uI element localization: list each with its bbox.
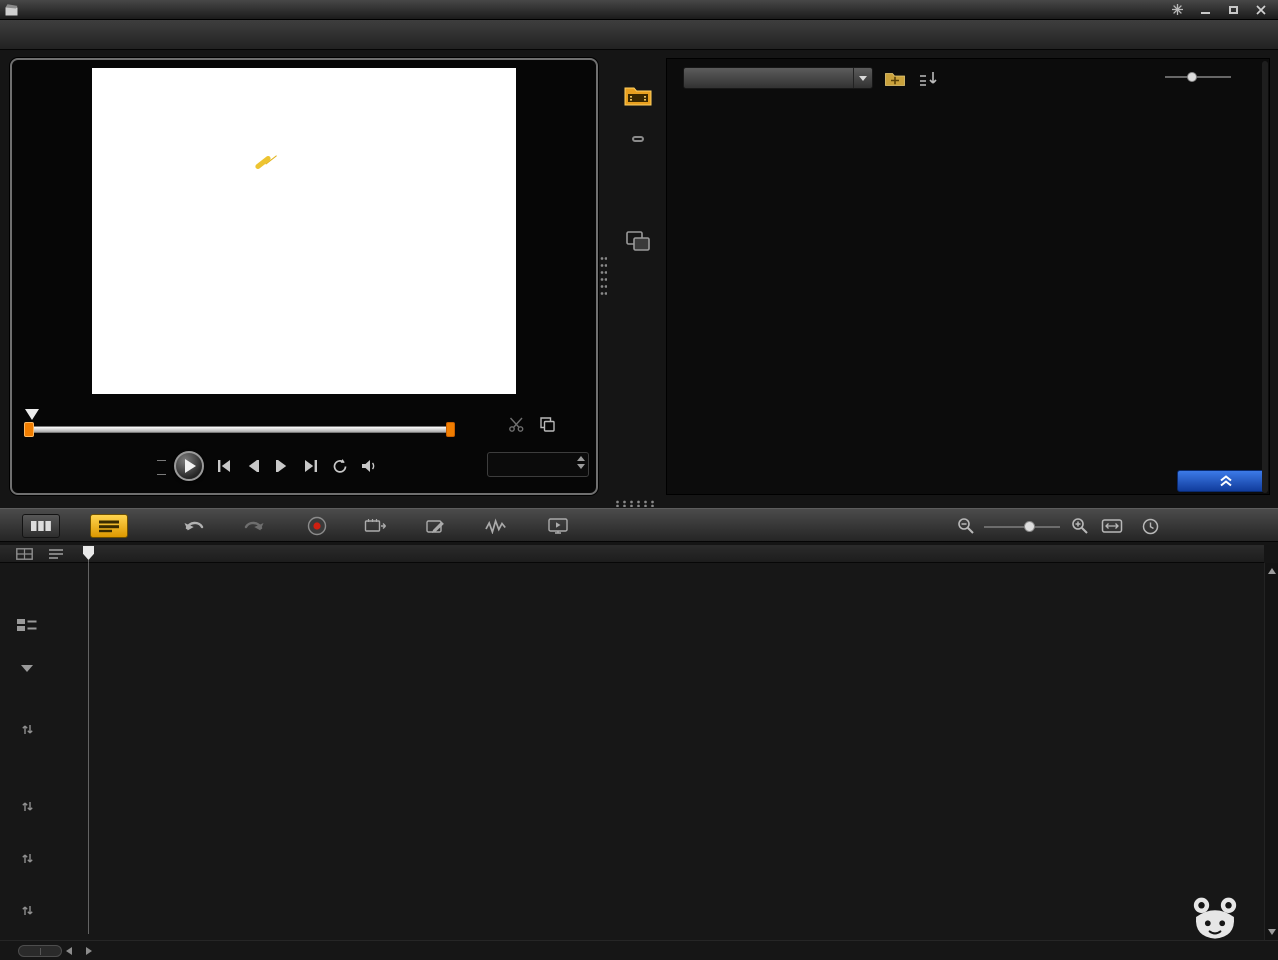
zoom-in-icon[interactable] [1066, 515, 1094, 537]
fit-timeline-icon[interactable] [1098, 515, 1126, 537]
timecode-spinner[interactable] [577, 456, 585, 469]
timeline-zoom-slider[interactable] [984, 521, 1060, 533]
project-duration-icon [1136, 515, 1164, 537]
sort-clips-button[interactable] [917, 68, 941, 88]
play-button[interactable] [174, 451, 204, 481]
divider [40, 948, 41, 955]
track-manager-icon[interactable] [16, 617, 38, 633]
next-frame-button[interactable] [272, 456, 292, 476]
corel-connect-icon[interactable] [1170, 3, 1184, 17]
overlay-track-swap-icon[interactable] [21, 723, 34, 736]
double-chevron-up-icon [1219, 475, 1233, 487]
panel-resize-handle-horizontal[interactable] [614, 500, 658, 507]
minimize-button[interactable] [1198, 3, 1212, 17]
import-media-button[interactable] [883, 68, 907, 88]
app-logo-icon [5, 3, 18, 16]
preview-canvas [92, 68, 516, 394]
batch-convert-button[interactable] [362, 515, 390, 537]
maximize-button[interactable] [1226, 3, 1240, 17]
collapse-tracks-icon[interactable] [21, 665, 33, 672]
voice-track-swap-icon[interactable] [21, 852, 34, 865]
panel-resize-handle-vertical[interactable] [600, 255, 607, 295]
transport-controls [214, 456, 379, 476]
seek-handle[interactable] [24, 422, 34, 437]
scroll-down-icon[interactable] [1268, 929, 1276, 935]
transitions-icon[interactable] [632, 136, 644, 142]
watermark [1188, 894, 1254, 944]
preview-panel [10, 58, 598, 495]
enlarge-preview-icon[interactable] [539, 416, 556, 437]
play-icon [185, 459, 196, 473]
sound-mixer-button[interactable] [482, 515, 510, 537]
timeline-bottom-bar [0, 940, 1278, 960]
seek-bar[interactable] [28, 426, 452, 433]
slider-track [984, 526, 1060, 528]
track-list-icon[interactable] [48, 548, 64, 560]
timeline-ruler[interactable] [0, 545, 1264, 563]
library-scrollbar[interactable] [1262, 61, 1268, 493]
seek-end-handle[interactable] [446, 422, 455, 437]
scroll-up-icon[interactable] [1268, 568, 1276, 574]
show-all-visible-tracks-icon[interactable] [16, 548, 33, 560]
timeline-vertical-scrollbar[interactable] [1264, 563, 1278, 940]
playhead-line [88, 560, 89, 934]
track-area [0, 563, 1278, 940]
pencil-stroke [254, 155, 271, 170]
gallery-dropdown[interactable] [683, 67, 873, 89]
videostudio-window [0, 0, 1278, 960]
redo-button[interactable] [240, 515, 268, 537]
wukong-logo-icon [1188, 894, 1242, 944]
media-library-icon[interactable] [623, 84, 653, 108]
volume-icon[interactable] [359, 456, 379, 476]
previous-frame-button[interactable] [243, 456, 263, 476]
trim-marker-icon[interactable] [25, 409, 39, 420]
title-bar [0, 0, 1278, 20]
repeat-button[interactable] [330, 456, 350, 476]
undo-button[interactable] [180, 515, 208, 537]
record-capture-button[interactable] [303, 515, 331, 537]
title-track-swap-icon[interactable] [21, 800, 34, 813]
go-to-end-button[interactable] [301, 456, 321, 476]
go-to-start-button[interactable] [214, 456, 234, 476]
menu-bar [0, 20, 1278, 50]
window-controls [1170, 3, 1268, 17]
chevron-down-icon [853, 68, 872, 88]
slider-knob[interactable] [1024, 521, 1035, 532]
options-button[interactable] [1177, 470, 1265, 492]
timeline-toolbar [0, 508, 1278, 542]
instant-project-button[interactable] [544, 515, 572, 537]
thumbnail-size-slider[interactable] [1165, 71, 1231, 83]
split-clip-icon[interactable] [508, 416, 525, 437]
trim-controls [480, 416, 556, 436]
timeline-view-button[interactable] [90, 514, 128, 538]
scroll-left-icon[interactable] [66, 947, 72, 955]
zoom-out-icon[interactable] [952, 515, 980, 537]
library-panel [666, 58, 1270, 495]
scroll-right-icon[interactable] [86, 947, 92, 955]
playback-mode-toggle [108, 453, 166, 482]
clip-mode-button[interactable] [108, 467, 166, 482]
graphic-library-icon[interactable] [625, 230, 651, 252]
preview-timecode[interactable] [487, 452, 589, 477]
slider-knob[interactable] [1187, 72, 1197, 82]
storyboard-view-button[interactable] [22, 514, 60, 538]
music-track-swap-icon[interactable] [21, 904, 34, 917]
painting-creator-button[interactable] [422, 515, 450, 537]
timeline-zoom-preset-button[interactable] [18, 945, 62, 957]
library-category-strip [610, 58, 666, 495]
project-mode-button[interactable] [108, 453, 166, 467]
close-button[interactable] [1254, 3, 1268, 17]
slider-track [1165, 76, 1231, 78]
